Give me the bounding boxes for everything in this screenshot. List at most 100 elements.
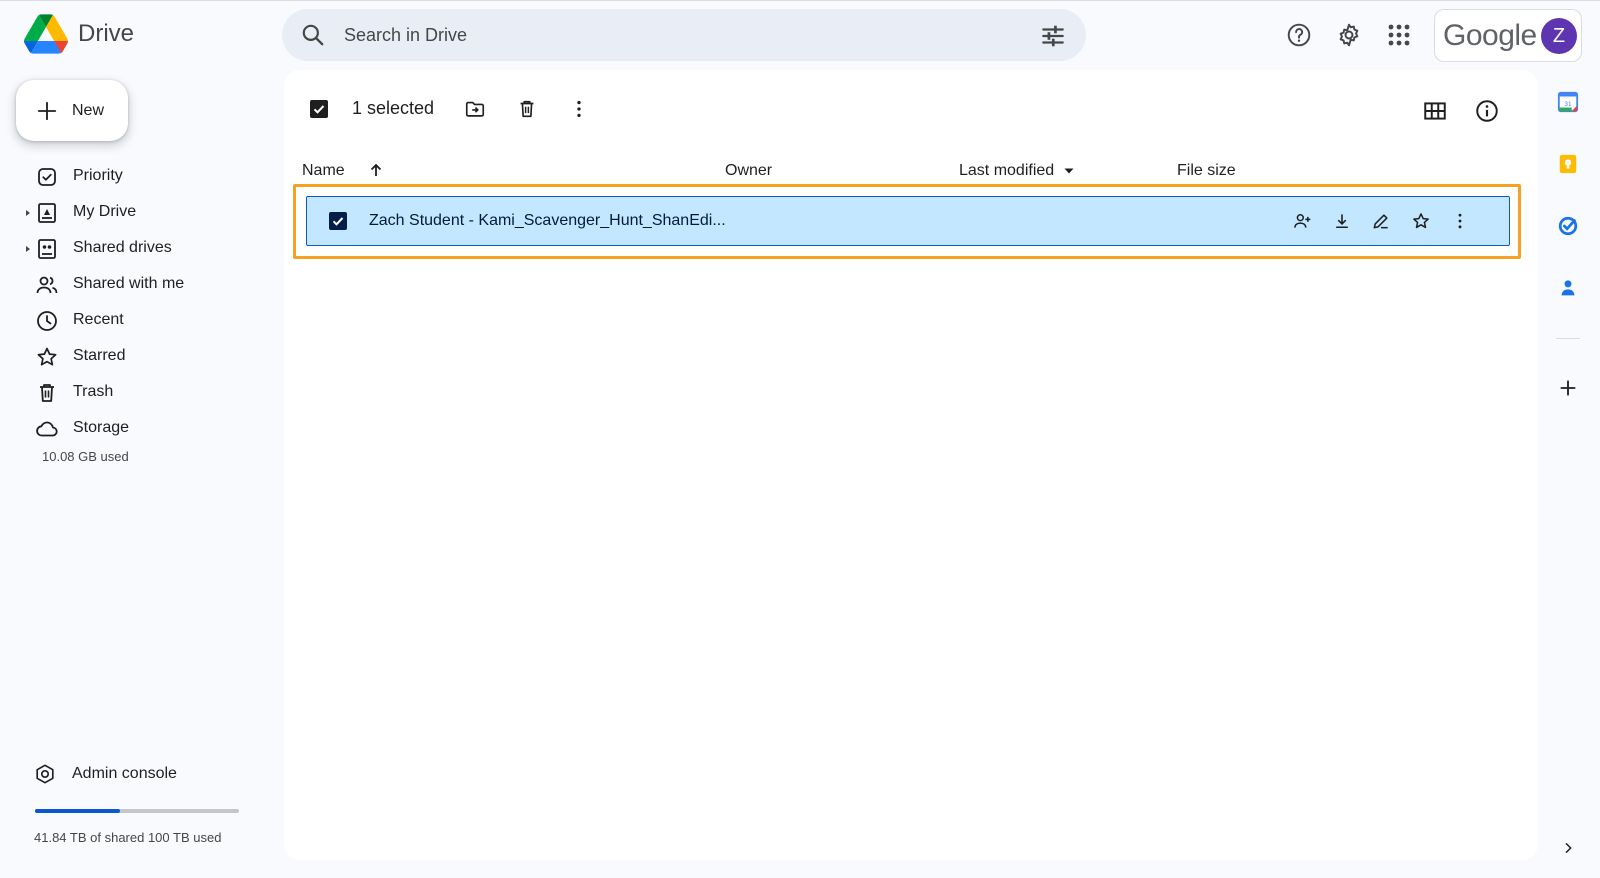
show-side-panel-button[interactable] (1556, 836, 1580, 860)
sidebar-item-recent[interactable]: Recent (0, 303, 270, 339)
share-button[interactable] (1291, 210, 1313, 232)
more-actions-button[interactable] (566, 96, 592, 122)
person-add-icon (1294, 214, 1311, 228)
sidebar-item-label: Shared with me (73, 275, 185, 292)
keep-icon (1559, 154, 1577, 174)
sidebar-item-shared-drives[interactable]: Shared drives (0, 231, 270, 267)
checkmark-icon (332, 217, 344, 226)
priority-icon (38, 168, 56, 186)
trash-icon (40, 384, 54, 402)
calendar-app-button[interactable]: 31 (1556, 90, 1580, 114)
sidebar-item-admin-console[interactable]: Admin console (34, 763, 177, 785)
sidebar-item-label: Starred (73, 347, 126, 364)
selection-count: 1 selected (352, 98, 435, 118)
caret-right-icon[interactable] (24, 245, 32, 253)
avatar[interactable]: Z (1541, 18, 1577, 54)
settings-icon (1339, 23, 1359, 47)
sidebar-item-shared-with-me[interactable]: Shared with me (0, 267, 270, 303)
grid-view-icon[interactable] (1422, 98, 1448, 124)
move-to-folder-icon (465, 101, 485, 117)
help-button[interactable] (1284, 20, 1314, 50)
storage-used-text: 10.08 GB used (42, 449, 129, 464)
search-icon[interactable] (300, 22, 326, 48)
column-label: Last modified (959, 162, 1055, 179)
apps-button[interactable] (1384, 20, 1414, 50)
contacts-icon (1561, 280, 1575, 296)
sidebar-item-starred[interactable]: Starred (0, 339, 270, 375)
side-panel-divider (1556, 338, 1580, 339)
shared-drives-icon (38, 239, 56, 259)
google-wordmark: Google (1443, 19, 1537, 52)
new-button[interactable]: New (16, 80, 128, 141)
arrow-up-icon[interactable] (368, 162, 384, 178)
trash-icon (520, 100, 534, 118)
sidebar-item-label: Trash (73, 383, 114, 400)
caret-down-icon (1064, 168, 1074, 174)
caret-right-icon[interactable] (24, 209, 32, 217)
more-vert-icon (577, 100, 581, 118)
checkmark-icon (313, 105, 325, 114)
file-name[interactable]: Zach Student - Kami_Scavenger_Hunt_ShanE… (369, 212, 726, 230)
admin-console-label: Admin console (72, 765, 177, 782)
my-drive-icon (38, 203, 56, 223)
move-button[interactable] (462, 96, 488, 122)
settings-button[interactable] (1334, 20, 1364, 50)
sidebar-item-trash[interactable]: Trash (0, 375, 270, 411)
shared-with-me-icon (36, 276, 58, 294)
info-icon[interactable] (1474, 98, 1500, 124)
download-icon (1336, 214, 1348, 229)
edit-icon (1373, 214, 1388, 229)
app-name: Drive (78, 20, 135, 47)
sidebar-item-my-drive[interactable]: My Drive (0, 195, 270, 231)
storage-quota-fill (35, 809, 121, 813)
column-label: Owner (725, 162, 773, 179)
account-button[interactable]: Google Z (1434, 9, 1582, 62)
calendar-icon: 31 (1557, 91, 1579, 113)
new-button-label: New (72, 101, 105, 119)
sidebar-item-label: Shared drives (73, 239, 172, 256)
admin-console-icon (36, 764, 54, 784)
drive-logo-icon (24, 14, 68, 54)
storage-quota-bar (35, 809, 239, 813)
sidebar-item-storage[interactable]: Storage (0, 411, 270, 447)
sidebar-item-priority[interactable]: Priority (0, 159, 270, 195)
column-header-file-size[interactable]: File size (1177, 162, 1236, 180)
column-label: File size (1177, 162, 1236, 179)
search-bar[interactable] (282, 9, 1086, 61)
chevron-right-icon (1565, 842, 1572, 854)
sidebar-item-label: My Drive (73, 203, 137, 220)
column-label: Name (302, 162, 345, 179)
rename-button[interactable] (1370, 210, 1392, 232)
top-border (0, 0, 1600, 1)
apps-grid-icon (1388, 24, 1410, 46)
sidebar-item-label: Recent (73, 311, 124, 328)
contacts-app-button[interactable] (1556, 276, 1580, 300)
delete-button[interactable] (514, 96, 540, 122)
column-header-name[interactable]: Name (302, 162, 382, 180)
sidebar-nav: Priority My Drive Shared drives Shared w… (0, 159, 270, 447)
storage-quota-text: 41.84 TB of shared 100 TB used (34, 830, 222, 845)
row-checkbox[interactable] (329, 212, 347, 230)
table-row[interactable]: Zach Student - Kami_Scavenger_Hunt_ShanE… (306, 196, 1510, 246)
tasks-icon (1558, 216, 1578, 236)
keep-app-button[interactable] (1556, 152, 1580, 176)
more-vert-icon (1458, 213, 1462, 229)
help-icon (1287, 23, 1311, 47)
cloud-icon (36, 421, 58, 437)
download-button[interactable] (1331, 210, 1353, 232)
column-header-last-modified[interactable]: Last modified (959, 162, 1075, 180)
select-all-checkbox[interactable] (310, 100, 328, 118)
svg-text:31: 31 (1564, 101, 1572, 108)
file-list-panel: 1 selected Name Owner Last modified File… (284, 70, 1538, 860)
get-add-ons-button[interactable] (1556, 376, 1580, 400)
tasks-app-button[interactable] (1556, 214, 1580, 238)
search-options-icon[interactable] (1040, 23, 1066, 49)
column-header-owner[interactable]: Owner (725, 162, 772, 180)
plus-icon (1560, 380, 1576, 396)
add-to-starred-button[interactable] (1410, 210, 1432, 232)
row-more-actions-button[interactable] (1449, 210, 1471, 232)
search-input[interactable] (344, 19, 1004, 51)
drive-logo[interactable]: Drive (24, 14, 134, 54)
sidebar-item-label: Storage (73, 419, 130, 436)
star-icon (1413, 213, 1429, 229)
